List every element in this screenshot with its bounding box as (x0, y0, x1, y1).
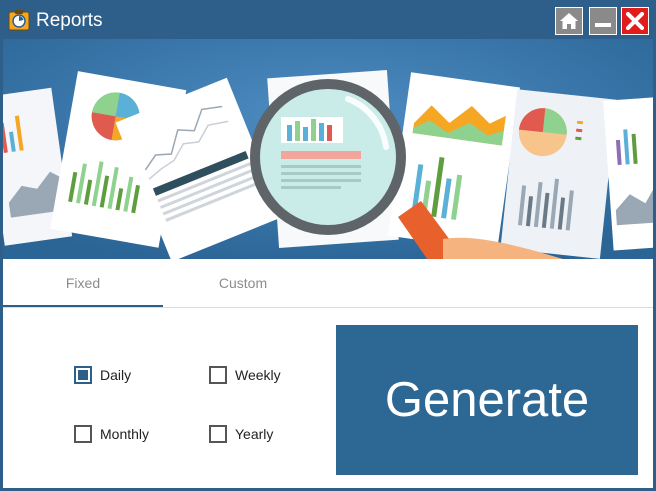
home-icon (560, 13, 578, 29)
daily-checkbox-box[interactable] (74, 366, 92, 384)
tab-custom[interactable]: Custom (163, 259, 323, 307)
tab-custom-label: Custom (218, 275, 268, 291)
weekly-label: Weekly (235, 367, 281, 383)
report-page-pie-right (500, 89, 617, 259)
yearly-checkbox-box[interactable] (209, 425, 227, 443)
minimize-icon (595, 23, 611, 27)
generate-button[interactable]: Generate (336, 325, 638, 475)
fixed-tab-panel: Daily Weekly Monthly Yearly Generate (3, 308, 653, 488)
close-button[interactable] (621, 7, 649, 35)
minimize-button[interactable] (589, 7, 617, 35)
reports-window: Reports Fixed Custom Daily Weekly Monthl… (0, 0, 656, 491)
reports-app-icon (8, 10, 30, 31)
close-icon (626, 12, 644, 30)
tab-fixed[interactable]: Fixed (3, 259, 163, 307)
weekly-checkbox[interactable]: Weekly (209, 366, 281, 384)
active-tab-indicator (3, 305, 163, 307)
tab-fixed-label: Fixed (65, 275, 101, 291)
weekly-checkbox-box[interactable] (209, 366, 227, 384)
title-bar: Reports (3, 3, 653, 39)
home-button[interactable] (555, 7, 583, 35)
reports-banner-illustration (3, 39, 653, 259)
yearly-label: Yearly (235, 426, 274, 442)
monthly-checkbox-box[interactable] (74, 425, 92, 443)
daily-checkbox[interactable]: Daily (74, 366, 131, 384)
monthly-label: Monthly (100, 426, 150, 442)
checkbox-check-mark (78, 370, 88, 380)
yearly-checkbox[interactable]: Yearly (209, 425, 273, 443)
daily-label: Daily (100, 367, 132, 383)
window-title: Reports (36, 10, 103, 31)
monthly-checkbox[interactable]: Monthly (74, 425, 149, 443)
report-type-tabs: Fixed Custom (3, 259, 653, 308)
